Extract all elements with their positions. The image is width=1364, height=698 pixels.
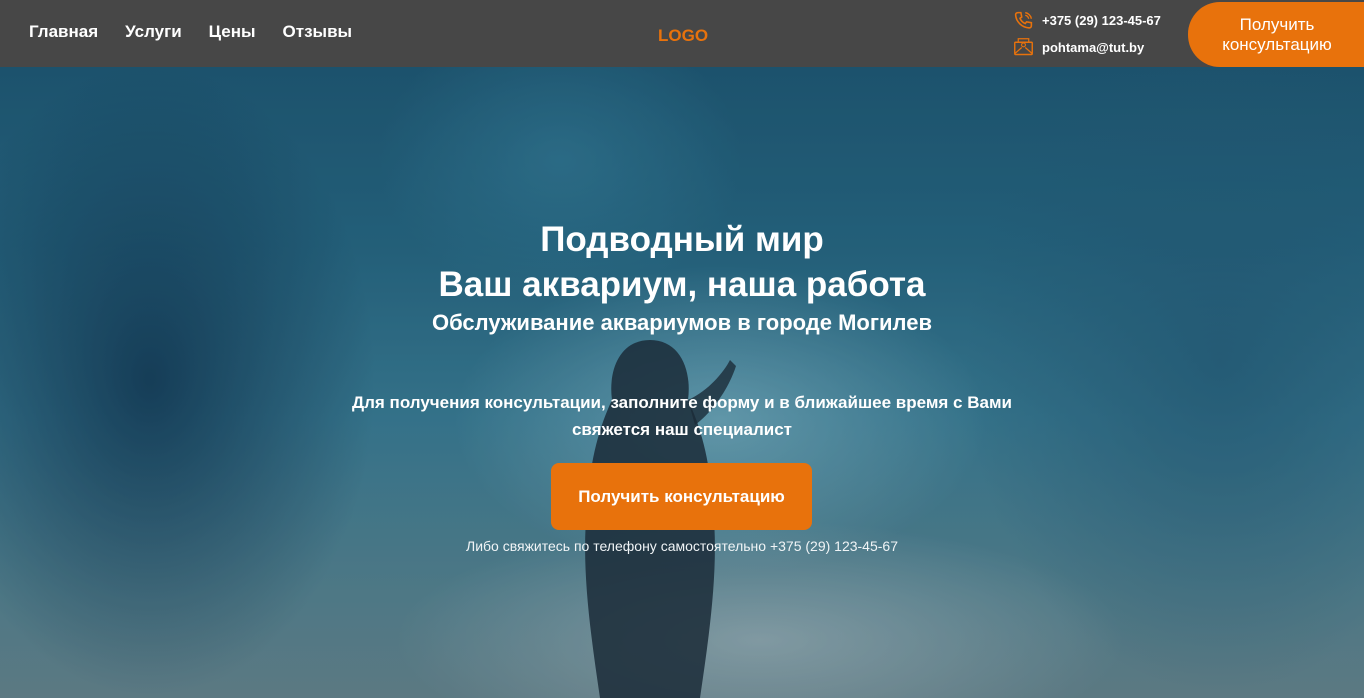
hero-subtitle: Обслуживание аквариумов в городе Могилев	[431, 310, 933, 335]
hero-title-line2: Ваш аквариум, наша работа	[438, 265, 926, 304]
hero-section: Подводный мир Ваш аквариум, наша работа …	[0, 0, 1364, 698]
hero-consultation-button[interactable]: Получить консультацию	[551, 463, 812, 530]
hero-phone-note: Либо свяжитесь по телефону самостоятельн…	[466, 538, 898, 554]
hero-title-line1: Подводный мир	[540, 220, 824, 259]
hero-description: Для получения консультации, заполните фо…	[352, 393, 1012, 439]
